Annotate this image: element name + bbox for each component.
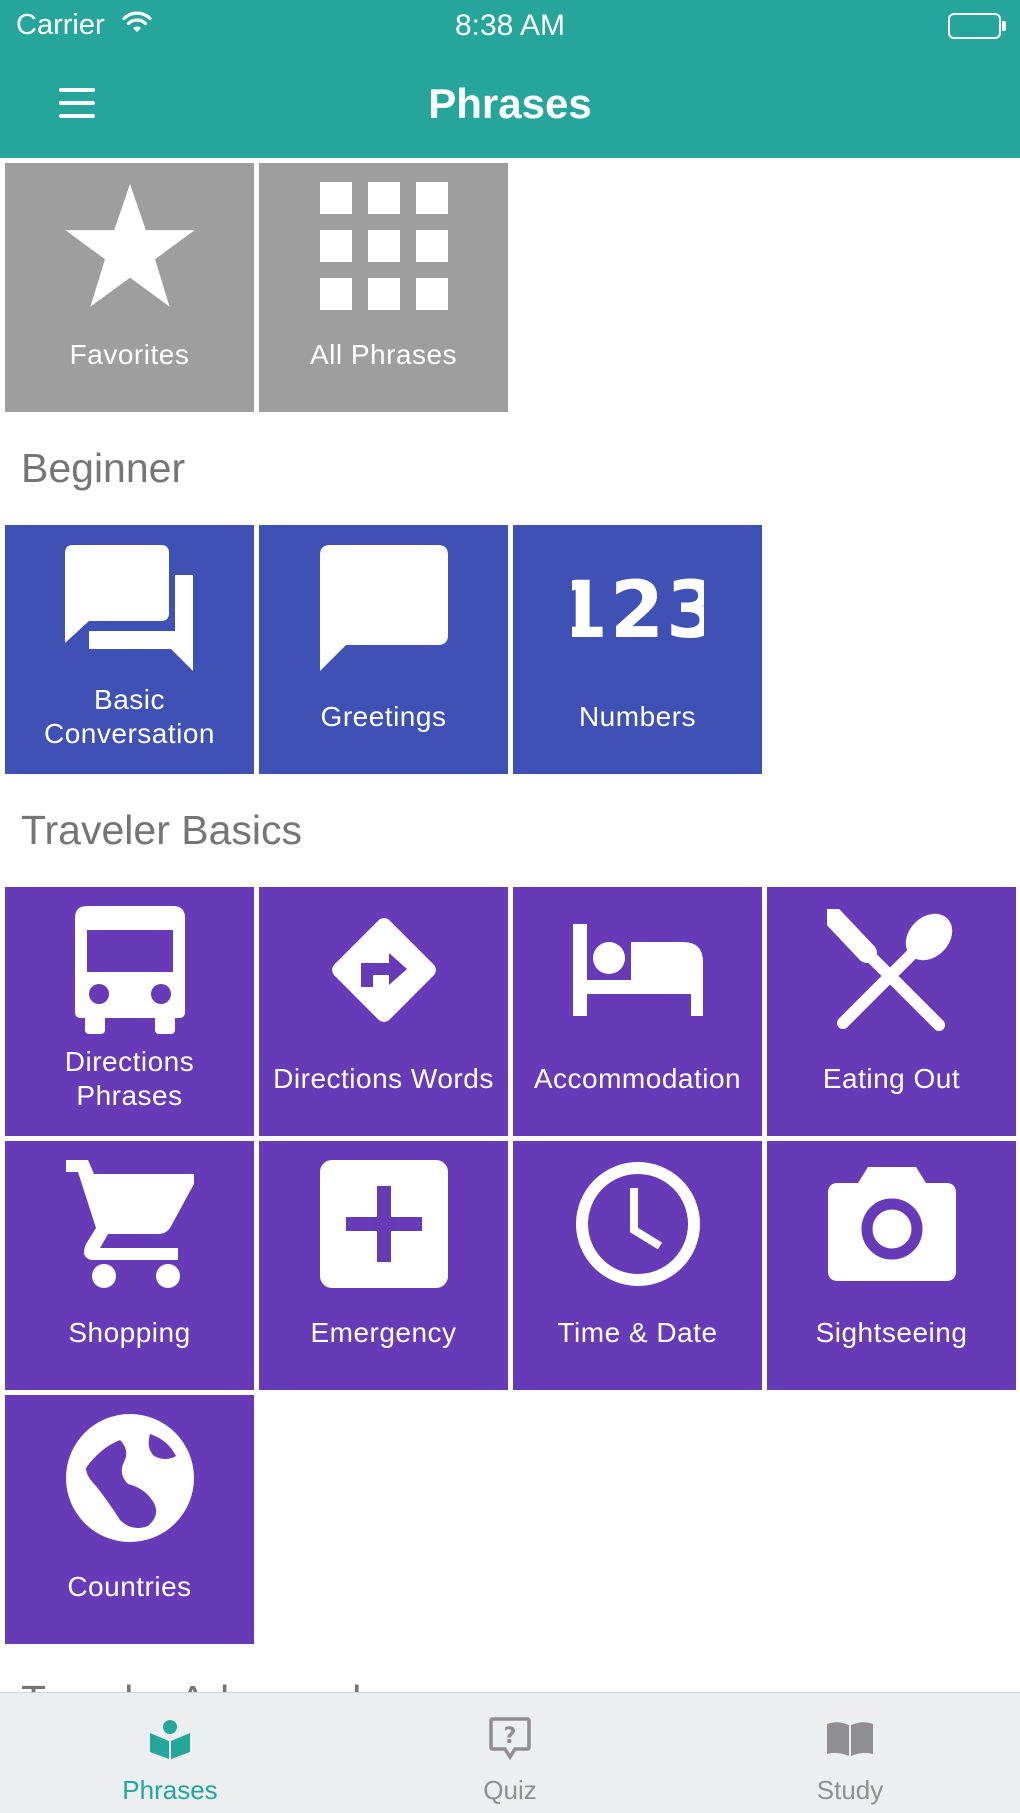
app-header: Carrier 8:38 AM Phrases [0, 0, 1020, 158]
tile-label: Favorites [69, 339, 190, 370]
top-tile-grid: Favorites All Phrases [0, 163, 1020, 412]
status-bar: Carrier 8:38 AM [0, 0, 1020, 52]
svg-text:?: ? [504, 1724, 517, 1749]
traveler-basics-tile-grid: Directions Phrases Directions Words Acco… [0, 887, 1020, 1644]
tile-label: Numbers [578, 701, 697, 732]
tile-directions-words[interactable]: Directions Words [259, 887, 508, 1136]
navigation-bar: Phrases [0, 52, 1020, 158]
speech-bubble-icon [259, 543, 508, 673]
utensils-icon [767, 905, 1016, 1035]
tile-label: Time & Date [557, 1317, 718, 1348]
tile-label: Eating Out [822, 1063, 961, 1094]
tab-label: Study [816, 1775, 884, 1805]
tile-all-phrases[interactable]: All Phrases [259, 163, 508, 412]
grid-icon [259, 181, 508, 311]
tile-numbers[interactable]: 123 Numbers [513, 525, 762, 774]
tile-label: Countries [67, 1571, 192, 1602]
tile-label: Greetings [320, 701, 447, 732]
tile-time-date[interactable]: Time & Date [513, 1141, 762, 1390]
tile-greetings[interactable]: Greetings [259, 525, 508, 774]
page-title: Phrases [428, 80, 592, 127]
tile-eating-out[interactable]: Eating Out [767, 887, 1016, 1136]
conversation-icon [5, 543, 254, 673]
bed-icon [513, 905, 762, 1035]
section-heading-traveler-basics: Traveler Basics [21, 807, 302, 853]
numbers-123-icon: 123 [513, 543, 762, 673]
tile-sightseeing[interactable]: Sightseeing [767, 1141, 1016, 1390]
tile-label: Shopping [68, 1317, 191, 1348]
tab-label: Quiz [483, 1775, 537, 1805]
tile-directions-phrases[interactable]: Directions Phrases [5, 887, 254, 1136]
tile-shopping[interactable]: Shopping [5, 1141, 254, 1390]
tile-label: Emergency [310, 1317, 457, 1348]
status-time: 8:38 AM [454, 9, 566, 42]
tile-label: Directions Phrases [64, 1046, 195, 1111]
tile-label: Accommodation [533, 1063, 742, 1094]
phrases-content[interactable]: Favorites All Phrases Beginner Basic Con… [0, 158, 1020, 1692]
tab-label: Phrases [122, 1775, 218, 1805]
tile-label: All Phrases [309, 339, 458, 370]
book-reader-icon [0, 1715, 340, 1763]
open-book-icon [680, 1715, 1020, 1763]
section-heading-traveler-advanced: Traveler Advanced [0, 1644, 1020, 1692]
star-icon [5, 181, 254, 311]
tile-favorites[interactable]: Favorites [5, 163, 254, 412]
tab-bar: Phrases ? Quiz Study [0, 1692, 1020, 1813]
clock-icon [513, 1159, 762, 1289]
svg-text:123: 123 [572, 573, 704, 643]
tile-emergency[interactable]: Emergency [259, 1141, 508, 1390]
battery-icon [948, 13, 1006, 39]
tile-label: Basic Conversation [44, 684, 215, 749]
tab-phrases[interactable]: Phrases [0, 1693, 340, 1813]
tile-basic-conversation[interactable]: Basic Conversation [5, 525, 254, 774]
tile-label: Sightseeing [815, 1317, 968, 1348]
quiz-bubble-icon: ? [340, 1715, 680, 1763]
tab-study[interactable]: Study [680, 1693, 1020, 1813]
beginner-tile-grid: Basic Conversation Greetings 123 Numbers [0, 525, 1020, 774]
section-heading-beginner: Beginner [21, 445, 186, 491]
camera-icon [767, 1159, 1016, 1289]
directions-sign-icon [259, 905, 508, 1035]
bus-icon [5, 905, 254, 1035]
globe-icon [5, 1413, 254, 1543]
tile-label: Directions Words [273, 1063, 494, 1094]
tile-countries[interactable]: Countries [5, 1395, 254, 1644]
tile-accommodation[interactable]: Accommodation [513, 887, 762, 1136]
tab-quiz[interactable]: ? Quiz [340, 1693, 680, 1813]
cart-icon [5, 1159, 254, 1289]
medical-plus-icon [259, 1159, 508, 1289]
